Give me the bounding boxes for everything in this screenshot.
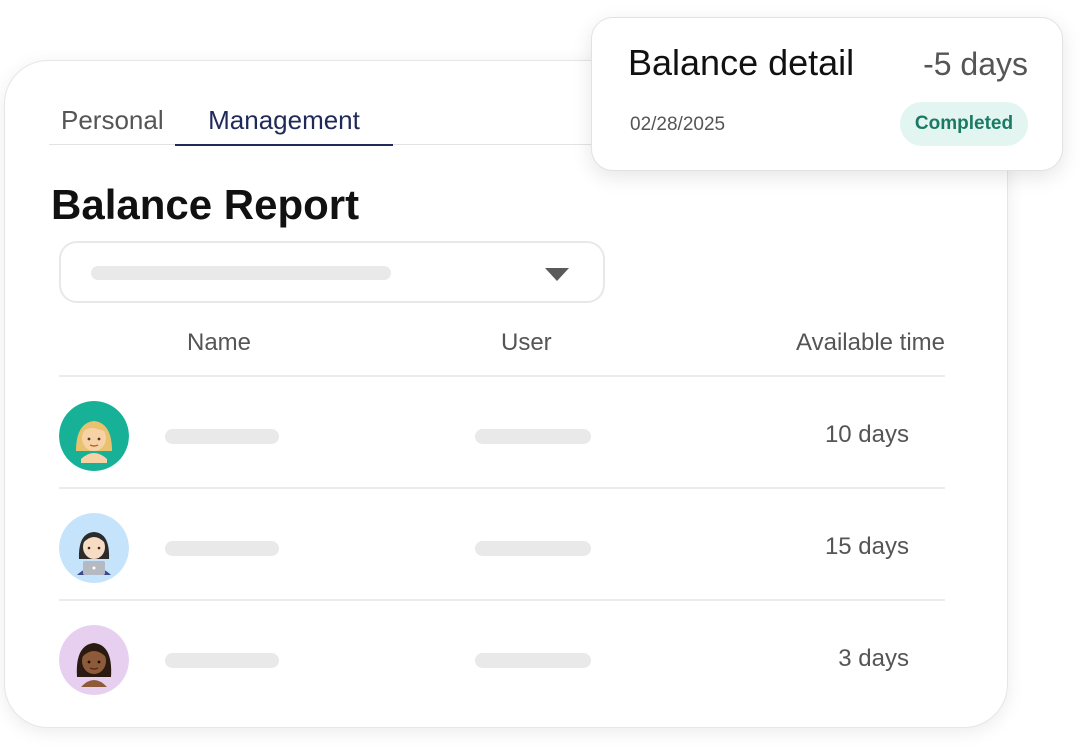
table-row[interactable]: 10 days	[59, 377, 945, 489]
status-badge: Completed	[900, 102, 1028, 146]
tab-personal[interactable]: Personal	[61, 101, 164, 145]
name-placeholder	[165, 653, 279, 668]
avatar	[59, 513, 129, 583]
column-header-available-time[interactable]: Available time	[796, 329, 945, 357]
available-time-value: 15 days	[824, 533, 909, 560]
table-row[interactable]: 3 days	[59, 601, 945, 713]
avatar	[59, 401, 129, 471]
balance-detail-date: 02/28/2025	[630, 114, 726, 135]
tab-bar: Personal Management	[49, 101, 609, 146]
balance-detail-title: Balance detail	[628, 42, 855, 83]
dropdown-value-placeholder	[91, 266, 391, 280]
name-placeholder	[165, 429, 279, 444]
user-placeholder	[475, 429, 591, 444]
table-row[interactable]: 15 days	[59, 489, 945, 601]
balance-detail-value: -5 days	[923, 46, 1028, 82]
user-placeholder	[475, 541, 591, 556]
user-placeholder	[475, 653, 591, 668]
column-header-name[interactable]: Name	[187, 329, 251, 357]
balance-detail-card[interactable]: Balance detail -5 days 02/28/2025 Comple…	[591, 17, 1063, 171]
avatar	[59, 625, 129, 695]
column-header-user[interactable]: User	[501, 329, 552, 357]
available-time-value: 10 days	[824, 421, 909, 448]
stage: Personal Management Balance Report Name …	[0, 0, 1082, 748]
tab-management[interactable]: Management	[175, 101, 393, 146]
page-title: Balance Report	[51, 181, 360, 228]
name-placeholder	[165, 541, 279, 556]
available-time-value: 3 days	[838, 645, 909, 672]
table-header: Name User Available time	[59, 323, 945, 377]
filter-dropdown[interactable]	[59, 241, 605, 303]
chevron-down-icon[interactable]	[545, 268, 569, 281]
